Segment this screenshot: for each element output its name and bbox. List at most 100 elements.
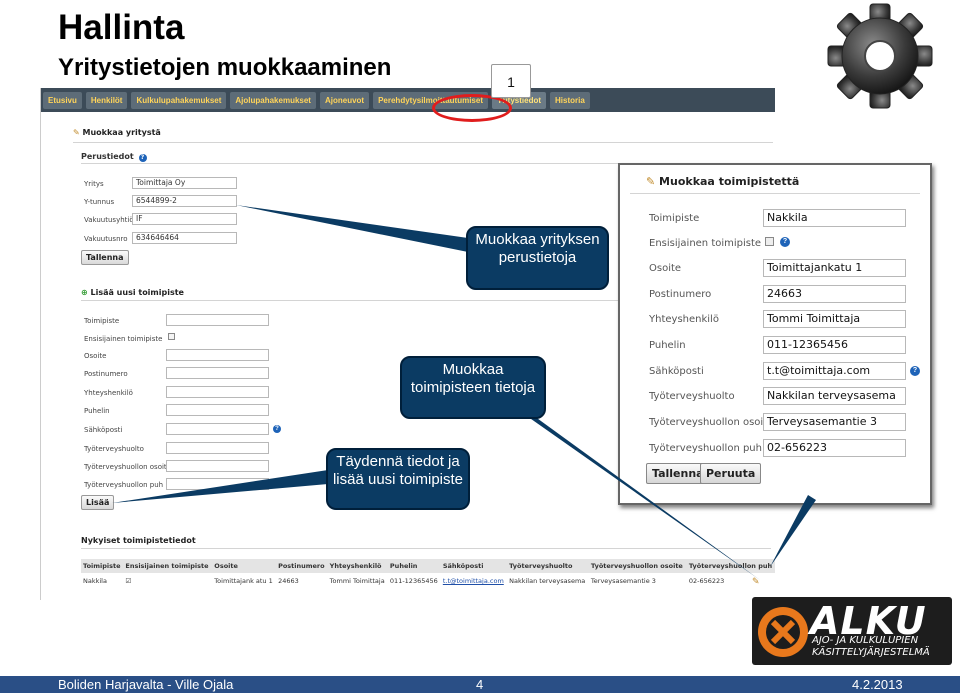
edit-site-input[interactable]: Nakkila xyxy=(763,209,906,227)
edit-site-label: Toimipiste xyxy=(649,213,700,224)
tab-etusivu[interactable]: Etusivu xyxy=(43,91,82,109)
add-email-label: Sähköposti xyxy=(84,426,123,434)
edit-phone-input[interactable]: 011-12365456 xyxy=(763,336,906,354)
edit-primary-checkbox[interactable] xyxy=(765,237,774,246)
email-link[interactable]: t.t@toimittaja.com xyxy=(441,573,507,589)
table-body: Nakkila ☑ Toimittajank atu 1 24663 Tommi Toi… xyxy=(81,573,775,589)
add-site-label: Toimipiste xyxy=(84,317,120,325)
add-email-input[interactable] xyxy=(166,423,269,435)
edit-cancel-button[interactable]: Peruuta xyxy=(700,463,762,484)
edit-health-address-input[interactable]: Terveysasemantie 3 xyxy=(763,413,906,431)
edit-site-dialog: ✎ Muokkaa toimipistettä Toimipiste Nakki… xyxy=(618,163,932,505)
slide-subtitle: Yritystietojen muokkaaminen xyxy=(58,54,392,81)
divider xyxy=(81,548,771,549)
help-icon[interactable]: ? xyxy=(138,154,147,162)
tab-kulkulupahakemukset[interactable]: Kulkulupahakemukset xyxy=(131,91,227,109)
current-sites-heading: Nykyiset toimipistetiedot xyxy=(81,536,196,545)
table-cell: 011-12365456 xyxy=(389,577,438,585)
edit-pencil-icon: ✎ xyxy=(73,128,83,137)
primary-help-icon[interactable]: ? xyxy=(780,237,790,247)
table-header-cell: Työterveyshuolto xyxy=(507,559,589,573)
add-site-heading-text: Lisää uusi toimipiste xyxy=(90,288,184,297)
insurer-input[interactable]: IF xyxy=(132,213,237,225)
footer-author: Boliden Harjavalta - Ville Ojala xyxy=(58,677,234,692)
add-site-button[interactable]: Lisää xyxy=(81,495,115,510)
sites-table: Toimipiste Ensisijainen toimipiste Osoite P… xyxy=(81,559,775,589)
table-header-cell: Sähköposti xyxy=(440,559,508,573)
edit-health-label: Työterveyshuolto xyxy=(649,391,735,402)
logo-line2: KÄSITTELYJÄRJESTELMÄ xyxy=(812,647,930,658)
company-save-button[interactable]: Tallenna xyxy=(81,250,129,265)
edit-health-input[interactable]: Nakkilan terveysasema xyxy=(763,387,906,405)
table-header-cell: Puhelin xyxy=(387,559,441,573)
footer-page-number: 4 xyxy=(476,677,484,692)
insurance-no-input[interactable]: 634646464 xyxy=(132,232,237,244)
add-health-label: Työterveyshuolto xyxy=(84,445,144,453)
table-cell: Toimittajank atu 1 xyxy=(214,577,273,585)
add-contact-label: Yhteyshenkilö xyxy=(84,389,133,397)
edit-contact-input[interactable]: Tommi Toimittaja xyxy=(763,310,906,328)
table-header-cell: Työterveyshuollon osoite xyxy=(588,559,687,573)
edit-health-address-label: Työterveyshuollon osoite xyxy=(649,417,774,428)
edit-contact-label: Yhteyshenkilö xyxy=(649,314,719,325)
add-health-address-label: Työterveyshuollon osoite xyxy=(84,463,171,471)
edit-address-input[interactable]: Toimittajankatu 1 xyxy=(763,259,906,277)
edit-email-label: Sähköposti xyxy=(649,366,704,377)
add-callout: Täydennä tiedot ja lisää uusi toimipiste xyxy=(326,448,470,510)
add-primary-checkbox[interactable] xyxy=(168,333,175,340)
add-health-input[interactable] xyxy=(166,442,269,454)
edit-email-input[interactable]: t.t@toimittaja.com xyxy=(763,362,906,380)
add-phone-input[interactable] xyxy=(166,404,269,416)
edit-site-heading-text: Muokkaa toimipistettä xyxy=(659,175,800,188)
add-site-input[interactable] xyxy=(166,314,269,326)
basic-info-heading: Perustiedot ? xyxy=(81,152,147,162)
table-header-cell: Työterveyshuollon puh xyxy=(686,559,775,573)
email-help-icon[interactable]: ? xyxy=(273,425,281,433)
email-help-icon[interactable]: ? xyxy=(910,366,920,376)
table-header-cell: Ensisijainen toimipiste xyxy=(123,559,213,573)
table-header-cell: Postinumero xyxy=(276,559,328,573)
nav-tabbar: Etusivu Henkilöt Kulkulupahakemukset Ajo… xyxy=(41,88,775,112)
table-cell: Nakkila xyxy=(83,577,107,585)
step-marker: 1 xyxy=(491,64,531,98)
edit-health-phone-input[interactable]: 02-656223 xyxy=(763,439,906,457)
edit-postcode-input[interactable]: 24663 xyxy=(763,285,906,303)
plus-icon: ⊕ xyxy=(81,288,91,297)
alku-logo: ALKU AJO- JA KULKULUPIEN KÄSITTELYJÄRJES… xyxy=(752,597,952,665)
edit-health-phone-label: Työterveyshuollon puh xyxy=(649,443,762,454)
table-cell: Terveysasemantie 3 xyxy=(590,577,656,585)
add-address-input[interactable] xyxy=(166,349,269,361)
divider xyxy=(630,193,920,194)
table-cell: 24663 xyxy=(278,577,299,585)
table-header-row: Toimipiste Ensisijainen toimipiste Osoite P… xyxy=(81,559,775,573)
add-site-heading: ⊕ Lisää uusi toimipiste xyxy=(81,288,184,297)
add-primary-label: Ensisijainen toimipiste xyxy=(84,335,163,343)
insurer-label: Vakuutusyhtiö xyxy=(84,216,134,224)
pointer-arrow xyxy=(770,495,816,567)
edit-site-heading: ✎ Muokkaa toimipistettä xyxy=(646,175,799,188)
table-header-cell: Yhteyshenkilö xyxy=(327,559,388,573)
tab-ajoneuvot[interactable]: Ajoneuvot xyxy=(319,91,370,109)
business-id-input[interactable]: 6544899-2 xyxy=(132,195,237,207)
table-header-cell: Osoite xyxy=(212,559,277,573)
tab-historia[interactable]: Historia xyxy=(550,91,590,109)
tab-henkilot[interactable]: Henkilöt xyxy=(85,91,128,109)
add-phone-label: Puhelin xyxy=(84,407,110,415)
add-contact-input[interactable] xyxy=(166,386,269,398)
add-health-address-input[interactable] xyxy=(166,460,269,472)
table-row[interactable]: Nakkila ☑ Toimittajank atu 1 24663 Tommi Toi… xyxy=(81,573,775,589)
company-name-input[interactable]: Toimittaja Oy xyxy=(132,177,237,189)
business-id-label: Y-tunnus xyxy=(84,198,115,206)
table-cell: 02-656223 xyxy=(688,577,725,585)
divider xyxy=(73,142,773,143)
tab-ajolupahakemukset[interactable]: Ajolupahakemukset xyxy=(230,91,316,109)
edit-phone-label: Puhelin xyxy=(649,340,686,351)
add-postcode-input[interactable] xyxy=(166,367,269,379)
row-edit-icon[interactable]: ✎ xyxy=(752,576,760,587)
table-cell: ☑ xyxy=(125,577,132,585)
company-callout: Muokkaa yrityksen perustietoja xyxy=(466,226,609,290)
edit-address-label: Osoite xyxy=(649,263,682,274)
add-health-phone-label: Työterveyshuollon puh xyxy=(84,481,164,489)
add-health-phone-input[interactable] xyxy=(166,478,269,490)
slide-title: Hallinta xyxy=(58,8,185,47)
